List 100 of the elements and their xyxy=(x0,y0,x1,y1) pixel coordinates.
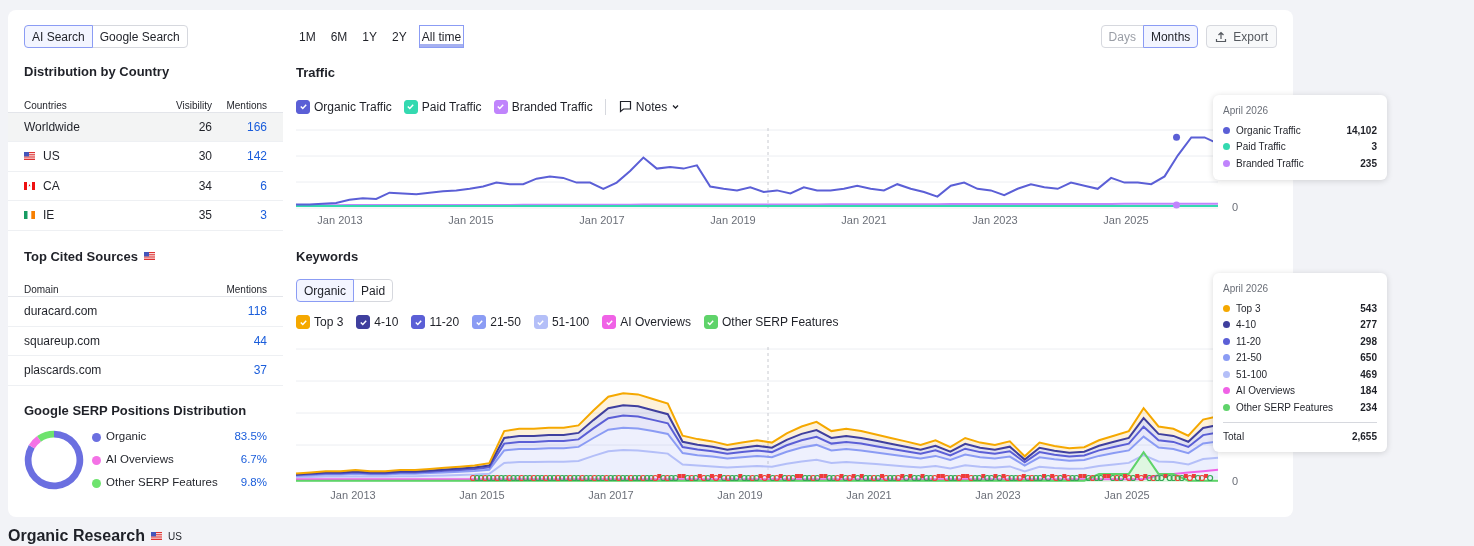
legend-checkbox[interactable] xyxy=(356,315,371,329)
legend-label: Other SERP Features xyxy=(721,314,839,331)
mention-link[interactable]: 37 xyxy=(253,361,267,380)
axis-label: Jan 2017 xyxy=(588,489,634,501)
percent-value: 9.8% xyxy=(240,475,267,491)
section-title: Google SERP Positions Distribution xyxy=(23,401,248,420)
axis-label: Jan 2019 xyxy=(710,213,756,226)
range-tab[interactable]: 6M xyxy=(327,25,351,48)
notes-dropdown[interactable]: Notes xyxy=(618,97,681,116)
tooltip-label: 11-20 xyxy=(1236,334,1262,349)
segment-tab[interactable]: AI Search xyxy=(24,25,93,48)
legend-label: AI Overviews xyxy=(620,314,691,331)
section-title: Distribution by Country xyxy=(23,63,171,81)
range-tab[interactable]: 1M xyxy=(296,25,319,48)
segment-tab[interactable]: Paid xyxy=(353,279,394,302)
country-name: US xyxy=(43,148,60,166)
legend-checkbox[interactable] xyxy=(296,99,310,114)
tooltip-label: Organic Traffic xyxy=(1236,123,1302,138)
check-icon xyxy=(413,317,423,327)
tooltip-label: 51-100 xyxy=(1236,367,1269,382)
legend-checkbox[interactable] xyxy=(411,315,426,329)
table-cell-text: 34 xyxy=(197,177,212,195)
column-header: Domain xyxy=(24,283,60,296)
mention-link[interactable]: 3 xyxy=(212,206,267,225)
comment-icon xyxy=(618,100,632,113)
axis-label: Jan 2015 xyxy=(448,213,494,226)
axis-label: Jan 2025 xyxy=(1103,213,1149,226)
segment-tab[interactable]: Google Search xyxy=(91,25,188,48)
axis-label: Jan 2021 xyxy=(841,213,887,226)
legend-checkbox[interactable] xyxy=(472,315,487,329)
tooltip-value: 3 xyxy=(1371,140,1377,155)
tooltip-label: Branded Traffic xyxy=(1236,156,1305,171)
tooltip-value: 14,102 xyxy=(1346,123,1377,138)
tooltip-title: April 2026 xyxy=(1223,282,1270,296)
axis-label: Jan 2023 xyxy=(975,489,1021,501)
country-name: Worldwide xyxy=(24,118,80,136)
column-header: Countries xyxy=(24,98,68,112)
axis-label: Jan 2013 xyxy=(317,213,363,226)
legend-label: Branded Traffic xyxy=(511,98,593,116)
tooltip-value: 298 xyxy=(1360,334,1377,349)
axis-label: 0 xyxy=(1232,475,1239,487)
mention-link[interactable]: 118 xyxy=(247,302,267,321)
export-button[interactable]: Export xyxy=(1206,25,1277,48)
legend-label: Other SERP Features xyxy=(106,475,219,491)
tooltip-label: 21-50 xyxy=(1236,351,1263,366)
legend-label: AI Overviews xyxy=(106,452,175,468)
mention-link[interactable]: 142 xyxy=(212,147,267,166)
range-tab[interactable]: 1Y xyxy=(359,25,381,48)
check-icon xyxy=(496,102,506,111)
domain-name: squareup.com xyxy=(24,332,102,350)
axis-label: Jan 2023 xyxy=(972,213,1018,226)
caret-icon xyxy=(671,102,681,111)
table-cell-text: 35 xyxy=(197,207,212,225)
legend-checkbox[interactable] xyxy=(533,315,548,329)
check-icon xyxy=(406,102,416,111)
check-icon xyxy=(536,317,546,327)
check-icon xyxy=(358,317,368,327)
legend-checkbox[interactable] xyxy=(703,315,718,329)
legend-checkbox[interactable] xyxy=(403,99,418,114)
check-icon xyxy=(604,317,614,327)
axis-label: Jan 2015 xyxy=(459,489,505,501)
tooltip-label: AI Overviews xyxy=(1236,384,1296,399)
total-label: Total xyxy=(1223,429,1246,444)
tooltip-label: 4-10 xyxy=(1236,318,1257,333)
axis-label: Jan 2017 xyxy=(579,213,625,226)
tooltip-value: 184 xyxy=(1360,384,1377,399)
column-header: Visibility xyxy=(175,98,212,112)
range-tab[interactable]: All time xyxy=(418,25,465,48)
axis-label: Jan 2025 xyxy=(1104,489,1150,501)
section-title: Organic Research xyxy=(8,528,145,544)
legend-checkbox[interactable] xyxy=(296,315,310,329)
section-title: Top Cited Sources xyxy=(24,247,138,266)
hover-dot xyxy=(1173,201,1180,208)
axis-label: Jan 2021 xyxy=(846,489,892,501)
legend-checkbox[interactable] xyxy=(493,99,508,114)
tooltip-value: 543 xyxy=(1360,301,1377,316)
axis-label: 0 xyxy=(1232,200,1239,213)
tooltip-label: Paid Traffic xyxy=(1236,140,1287,155)
tooltip-label: Other SERP Features xyxy=(1236,400,1335,415)
total-value: 2,655 xyxy=(1351,429,1377,444)
table-row[interactable]: Worldwide 26 166 xyxy=(8,112,283,142)
mention-link[interactable]: 166 xyxy=(212,117,267,136)
tooltip-title: April 2026 xyxy=(1223,104,1270,118)
segment-tab[interactable]: Months xyxy=(1142,25,1199,48)
legend-label: 11-20 xyxy=(429,314,460,331)
legend-label: Organic Traffic xyxy=(314,98,392,116)
check-icon xyxy=(706,317,716,327)
legend-checkbox[interactable] xyxy=(602,315,617,329)
column-header: Mentions xyxy=(225,283,267,296)
segment-tab[interactable]: Organic xyxy=(296,279,355,302)
domain-name: plascards.com xyxy=(24,362,103,380)
mention-link[interactable]: 44 xyxy=(253,331,267,350)
tooltip-value: 235 xyxy=(1360,156,1377,171)
mention-link[interactable]: 6 xyxy=(212,176,267,195)
legend-label: 4-10 xyxy=(374,314,399,331)
tooltip-label: Top 3 xyxy=(1236,301,1262,316)
range-tab[interactable]: 2Y xyxy=(389,25,410,48)
upload-icon xyxy=(1215,30,1228,43)
legend-label: 21-50 xyxy=(490,314,521,331)
hover-dot xyxy=(1173,133,1180,141)
